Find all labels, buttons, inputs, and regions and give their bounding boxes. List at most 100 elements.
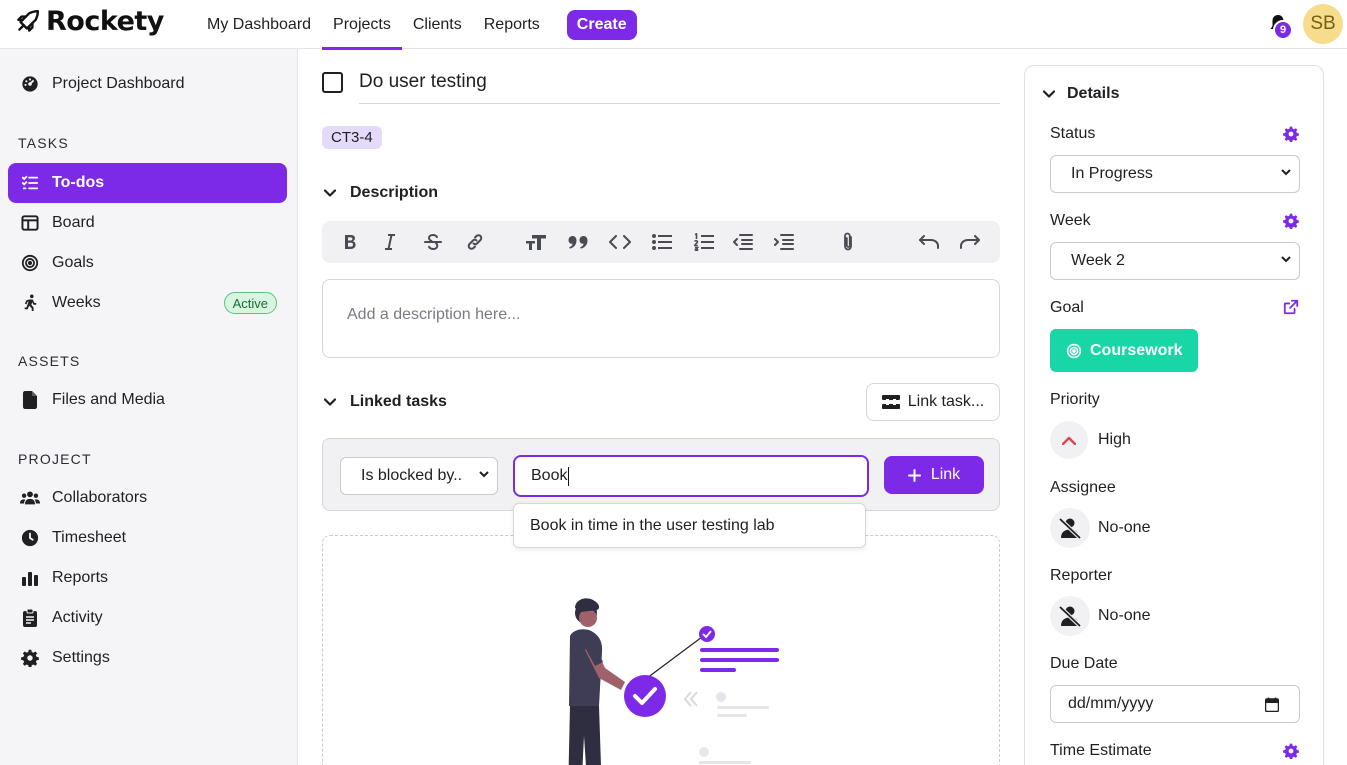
sidebar-item-timesheet[interactable]: Timesheet bbox=[8, 518, 287, 558]
sidebar-item-board[interactable]: Board bbox=[8, 203, 287, 243]
assignee-label: Assignee bbox=[1050, 479, 1116, 496]
link-task-icon bbox=[881, 395, 900, 409]
status-label: Status bbox=[1050, 125, 1096, 142]
bullet-list-icon[interactable] bbox=[651, 231, 673, 253]
nav-clients[interactable]: Clients bbox=[402, 0, 473, 49]
text-caret bbox=[568, 466, 570, 486]
calendar-icon[interactable] bbox=[1265, 697, 1279, 712]
app-logo[interactable]: Rockety bbox=[14, 6, 164, 37]
running-icon bbox=[20, 293, 40, 313]
sidebar-item-label: Files and Media bbox=[52, 391, 165, 408]
sidebar-item-weeks[interactable]: Weeks Active bbox=[8, 283, 287, 323]
sidebar-item-project-dashboard[interactable]: Project Dashboard bbox=[8, 64, 287, 104]
text-size-icon[interactable] bbox=[525, 231, 547, 253]
quote-icon[interactable] bbox=[567, 231, 589, 253]
time-estimate-label: Time Estimate bbox=[1050, 742, 1152, 759]
linked-tasks-header[interactable]: Linked tasks bbox=[324, 393, 447, 411]
user-slash-icon bbox=[1058, 605, 1082, 627]
chevron-down-icon bbox=[1281, 256, 1291, 263]
link-button-label: Link bbox=[930, 466, 961, 483]
goal-button[interactable]: Coursework bbox=[1050, 329, 1199, 372]
strikethrough-icon[interactable] bbox=[422, 231, 444, 253]
nav-reports[interactable]: Reports bbox=[473, 0, 551, 49]
code-icon[interactable] bbox=[609, 231, 631, 253]
task-search-input[interactable]: Book bbox=[513, 455, 869, 497]
app-name: Rockety bbox=[46, 6, 164, 37]
assignee-value: No-one bbox=[1098, 519, 1151, 536]
task-complete-checkbox[interactable] bbox=[322, 72, 343, 93]
bar-chart-icon bbox=[20, 568, 40, 588]
sidebar: Project Dashboard TASKS To-dos Board Goa… bbox=[0, 49, 298, 765]
create-button[interactable]: Create bbox=[566, 9, 637, 40]
description-header[interactable]: Description bbox=[324, 184, 438, 202]
linked-tasks-empty-state bbox=[322, 535, 1000, 765]
gear-icon bbox=[20, 648, 40, 668]
indent-icon[interactable] bbox=[773, 231, 795, 253]
external-link-icon[interactable] bbox=[1283, 299, 1299, 315]
priority-indicator[interactable] bbox=[1050, 421, 1088, 459]
reporter-avatar[interactable] bbox=[1050, 596, 1090, 636]
sidebar-item-label: Board bbox=[52, 214, 95, 231]
link-task-label: Link task... bbox=[907, 393, 985, 410]
target-icon bbox=[20, 253, 40, 273]
file-icon bbox=[20, 390, 40, 410]
clock-icon bbox=[20, 528, 40, 548]
sidebar-item-goals[interactable]: Goals bbox=[8, 243, 287, 283]
active-badge: Active bbox=[223, 292, 277, 314]
undo-icon[interactable] bbox=[918, 231, 940, 253]
chevron-down-icon bbox=[479, 471, 489, 478]
board-icon bbox=[20, 213, 40, 233]
week-settings-gear-icon[interactable] bbox=[1283, 213, 1299, 229]
sidebar-item-label: Project Dashboard bbox=[52, 75, 185, 92]
week-label: Week bbox=[1050, 212, 1091, 229]
due-date-input[interactable]: dd/mm/yyyy bbox=[1050, 685, 1300, 723]
nav-projects[interactable]: Projects bbox=[322, 0, 402, 50]
goal-label: Goal bbox=[1050, 299, 1084, 316]
link-button[interactable]: Link bbox=[884, 456, 984, 494]
outdent-icon[interactable] bbox=[732, 231, 754, 253]
sidebar-item-label: Collaborators bbox=[52, 489, 148, 506]
details-panel: Details Status In Progress Week Week 2 G… bbox=[1024, 65, 1324, 765]
numbered-list-icon[interactable] bbox=[693, 231, 715, 253]
reporter-value: No-one bbox=[1098, 607, 1151, 624]
sidebar-item-label: Goals bbox=[52, 254, 94, 271]
description-editor[interactable]: Add a description here... bbox=[322, 279, 1000, 358]
task-title[interactable]: Do user testing bbox=[359, 71, 487, 93]
sidebar-item-files-and-media[interactable]: Files and Media bbox=[8, 380, 287, 420]
redo-icon[interactable] bbox=[959, 231, 981, 253]
italic-icon[interactable] bbox=[379, 231, 401, 253]
relation-select[interactable]: Is blocked by.. bbox=[340, 457, 498, 495]
nav-my-dashboard[interactable]: My Dashboard bbox=[196, 0, 322, 49]
user-avatar[interactable]: SB bbox=[1303, 4, 1343, 44]
sidebar-item-label: Settings bbox=[52, 649, 110, 666]
clipboard-icon bbox=[20, 608, 40, 628]
details-header[interactable]: Details bbox=[1043, 85, 1119, 103]
sidebar-item-activity[interactable]: Activity bbox=[8, 598, 287, 638]
reporter-label: Reporter bbox=[1050, 567, 1113, 584]
week-select[interactable]: Week 2 bbox=[1050, 242, 1300, 280]
relation-select-value: Is blocked by.. bbox=[361, 467, 463, 484]
bold-icon[interactable] bbox=[339, 231, 361, 253]
sidebar-item-label: Activity bbox=[52, 609, 103, 626]
status-value: In Progress bbox=[1071, 165, 1153, 182]
sidebar-item-todos[interactable]: To-dos bbox=[8, 163, 287, 203]
link-icon[interactable] bbox=[464, 231, 486, 253]
status-select[interactable]: In Progress bbox=[1050, 155, 1300, 193]
sidebar-item-collaborators[interactable]: Collaborators bbox=[8, 478, 287, 518]
assignee-avatar[interactable] bbox=[1050, 508, 1090, 548]
chevron-down-icon bbox=[1281, 169, 1291, 176]
link-task-panel: Is blocked by.. Book Link bbox=[322, 438, 1000, 511]
chevron-down-icon bbox=[324, 189, 336, 197]
sidebar-item-settings[interactable]: Settings bbox=[8, 638, 287, 678]
dashboard-icon bbox=[20, 74, 40, 94]
time-estimate-settings-gear-icon[interactable] bbox=[1283, 743, 1299, 759]
linked-tasks-heading: Linked tasks bbox=[350, 393, 447, 410]
link-task-button[interactable]: Link task... bbox=[866, 383, 1000, 421]
main-nav: My Dashboard Projects Clients Reports Cr… bbox=[196, 0, 637, 50]
sidebar-item-reports[interactable]: Reports bbox=[8, 558, 287, 598]
status-settings-gear-icon[interactable] bbox=[1283, 126, 1299, 142]
description-heading: Description bbox=[350, 184, 439, 201]
paperclip-icon[interactable] bbox=[837, 231, 859, 253]
search-suggestion[interactable]: Book in time in the user testing lab bbox=[513, 503, 866, 548]
target-icon bbox=[1066, 343, 1082, 358]
